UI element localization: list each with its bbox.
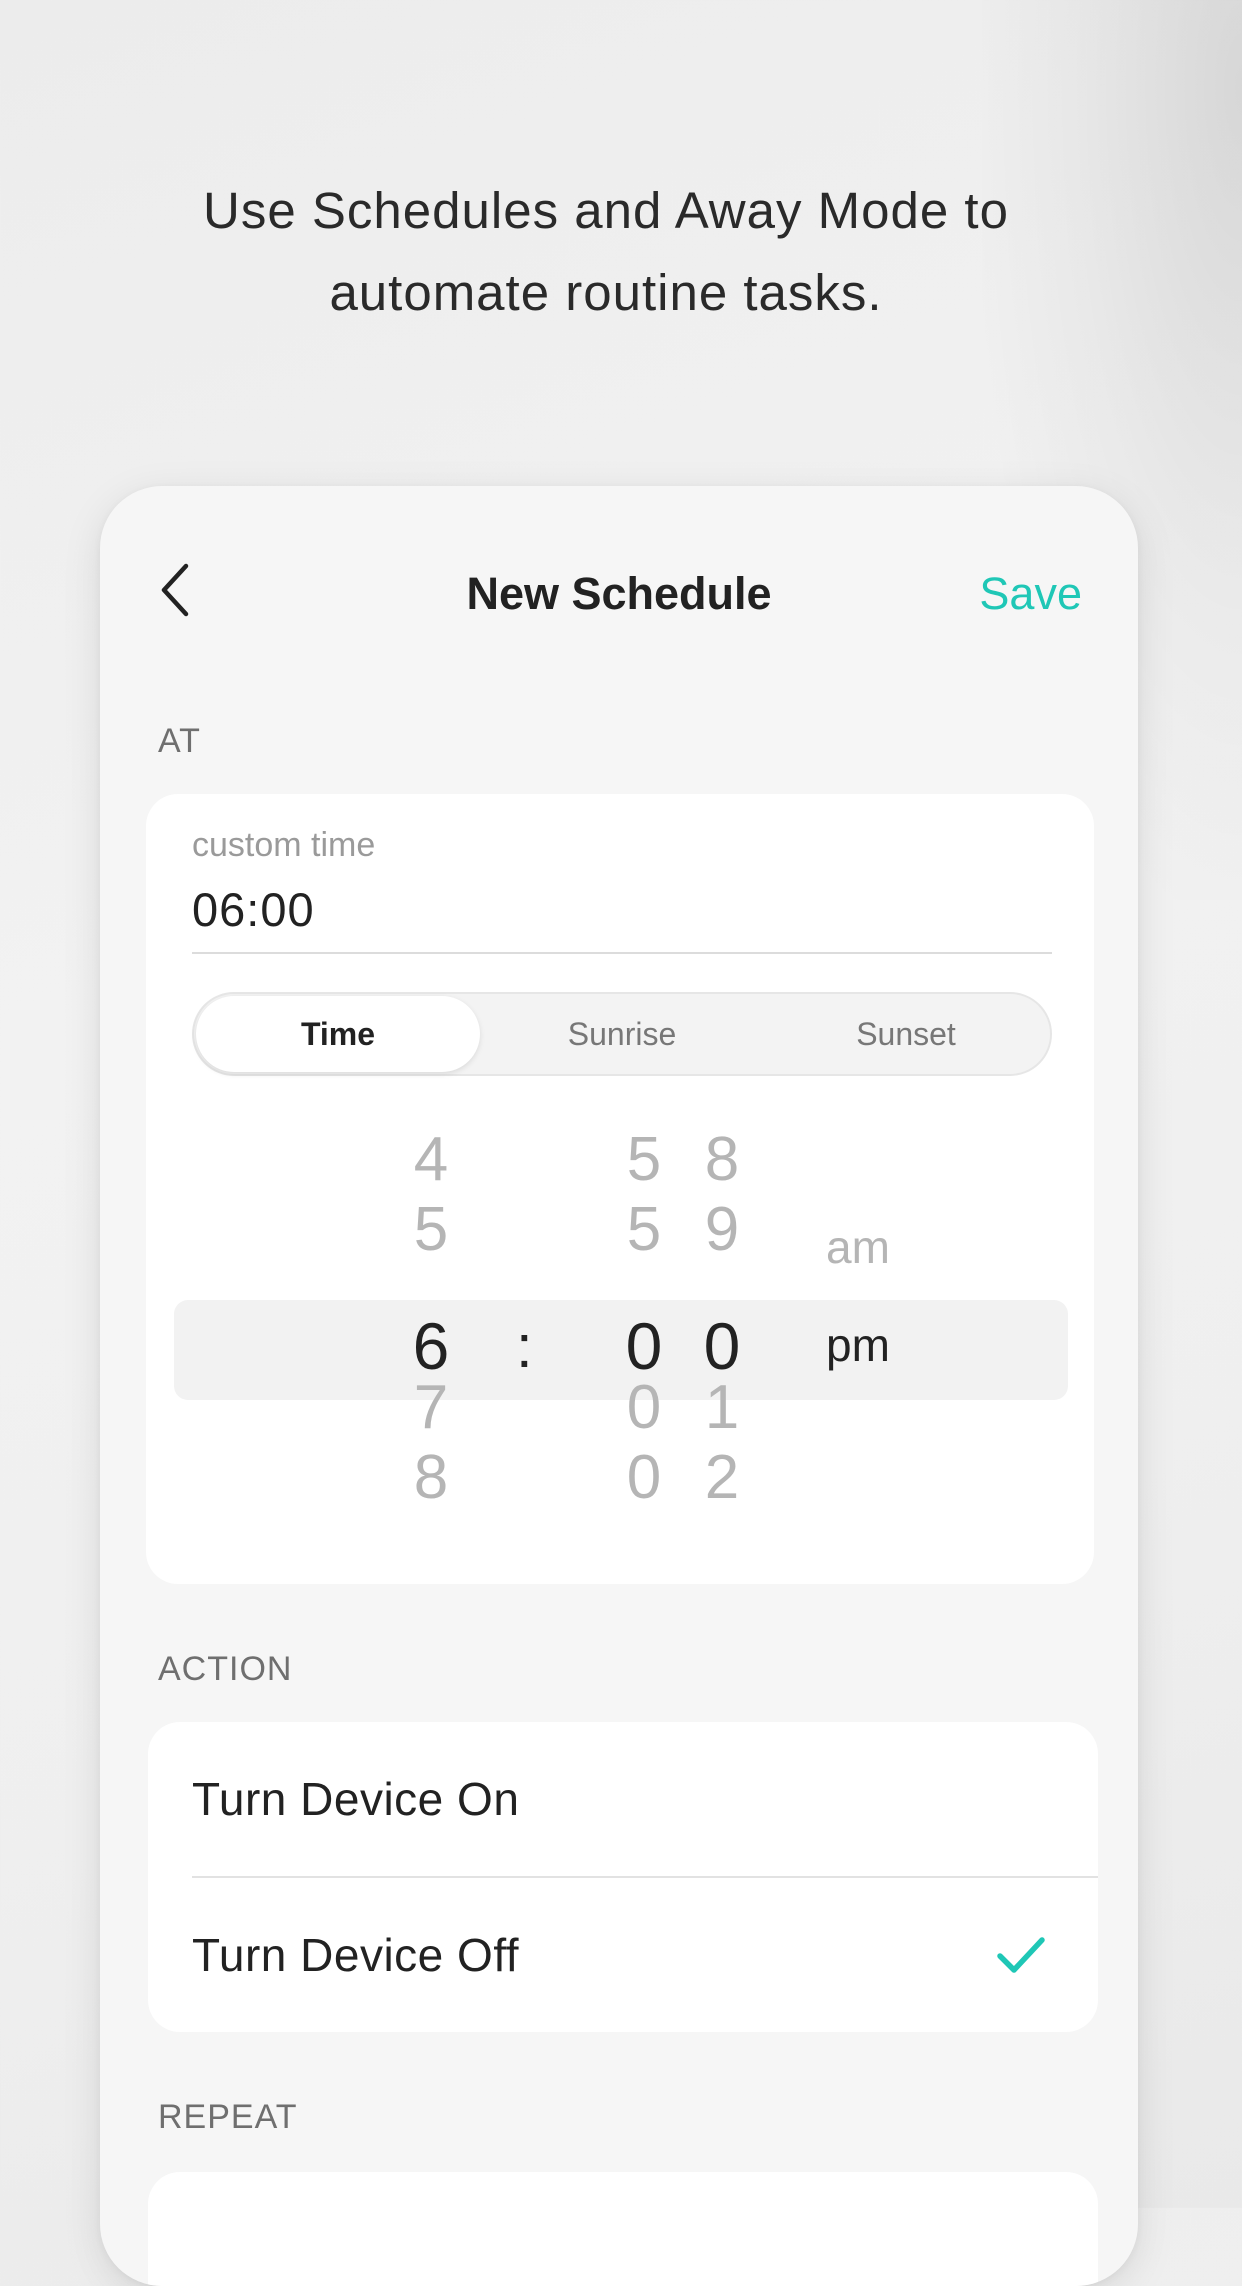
save-button[interactable]: Save bbox=[979, 564, 1082, 624]
segment-time[interactable]: Time bbox=[196, 996, 480, 1072]
minute-ones-option: 1 bbox=[704, 1373, 740, 1442]
hour-option: 8 bbox=[413, 1443, 449, 1512]
ampm-wheel[interactable]: am pm bbox=[826, 1104, 966, 1564]
checkmark-icon bbox=[997, 1937, 1045, 1973]
minute-ones-option: 8 bbox=[704, 1125, 740, 1194]
minute-tens-option: 0 bbox=[626, 1443, 662, 1512]
field-underline bbox=[192, 952, 1052, 954]
custom-time-field[interactable]: 06:00 bbox=[192, 882, 315, 937]
tagline-line-1: Use Schedules and Away Mode to bbox=[203, 182, 1009, 239]
at-card: custom time 06:00 Time Sunrise Sunset 4 … bbox=[146, 794, 1094, 1584]
minute-tens-option: 0 bbox=[626, 1373, 662, 1442]
hour-option: 4 bbox=[413, 1125, 449, 1194]
action-section-label: ACTION bbox=[158, 1650, 293, 1688]
hour-wheel[interactable]: 4 5 6 7 8 bbox=[386, 1104, 476, 1564]
repeat-section-label: REPEAT bbox=[158, 2098, 298, 2136]
action-option-label: Turn Device On bbox=[192, 1773, 520, 1825]
action-option-turn-on[interactable]: Turn Device On bbox=[148, 1722, 1098, 1876]
custom-time-caption: custom time bbox=[192, 826, 376, 864]
action-option-turn-off[interactable]: Turn Device Off bbox=[148, 1878, 1098, 2032]
time-picker[interactable]: 4 5 6 7 8 : 5 5 0 0 0 8 9 0 1 2 am pm bbox=[146, 1104, 1094, 1564]
minute-ones-option: 9 bbox=[704, 1195, 740, 1264]
at-section-label: AT bbox=[158, 722, 201, 760]
minute-tens-wheel[interactable]: 5 5 0 0 0 bbox=[599, 1104, 689, 1564]
segment-sunrise[interactable]: Sunrise bbox=[480, 996, 764, 1072]
action-option-label: Turn Device Off bbox=[192, 1929, 520, 1981]
am-option: am bbox=[826, 1221, 890, 1273]
hour-option: 7 bbox=[413, 1373, 449, 1442]
minute-ones-option: 2 bbox=[704, 1443, 740, 1512]
schedule-screen: New Schedule Save AT custom time 06:00 T… bbox=[100, 486, 1138, 2286]
action-card: Turn Device On Turn Device Off bbox=[148, 1722, 1098, 2032]
pm-selected: pm bbox=[826, 1319, 890, 1371]
navigation-bar: New Schedule Save bbox=[100, 486, 1138, 696]
hour-option: 5 bbox=[413, 1195, 449, 1264]
tagline-line-2: automate routine tasks. bbox=[329, 264, 883, 321]
minute-ones-wheel[interactable]: 8 9 0 1 2 bbox=[677, 1104, 767, 1564]
repeat-card[interactable] bbox=[148, 2172, 1098, 2286]
segment-sunset[interactable]: Sunset bbox=[764, 996, 1048, 1072]
minute-tens-option: 5 bbox=[626, 1125, 662, 1194]
minute-tens-option: 5 bbox=[626, 1195, 662, 1264]
time-separator: : bbox=[516, 1313, 533, 1380]
time-mode-segmented-control: Time Sunrise Sunset bbox=[192, 992, 1052, 1076]
promo-tagline: Use Schedules and Away Mode to automate … bbox=[0, 170, 1212, 334]
